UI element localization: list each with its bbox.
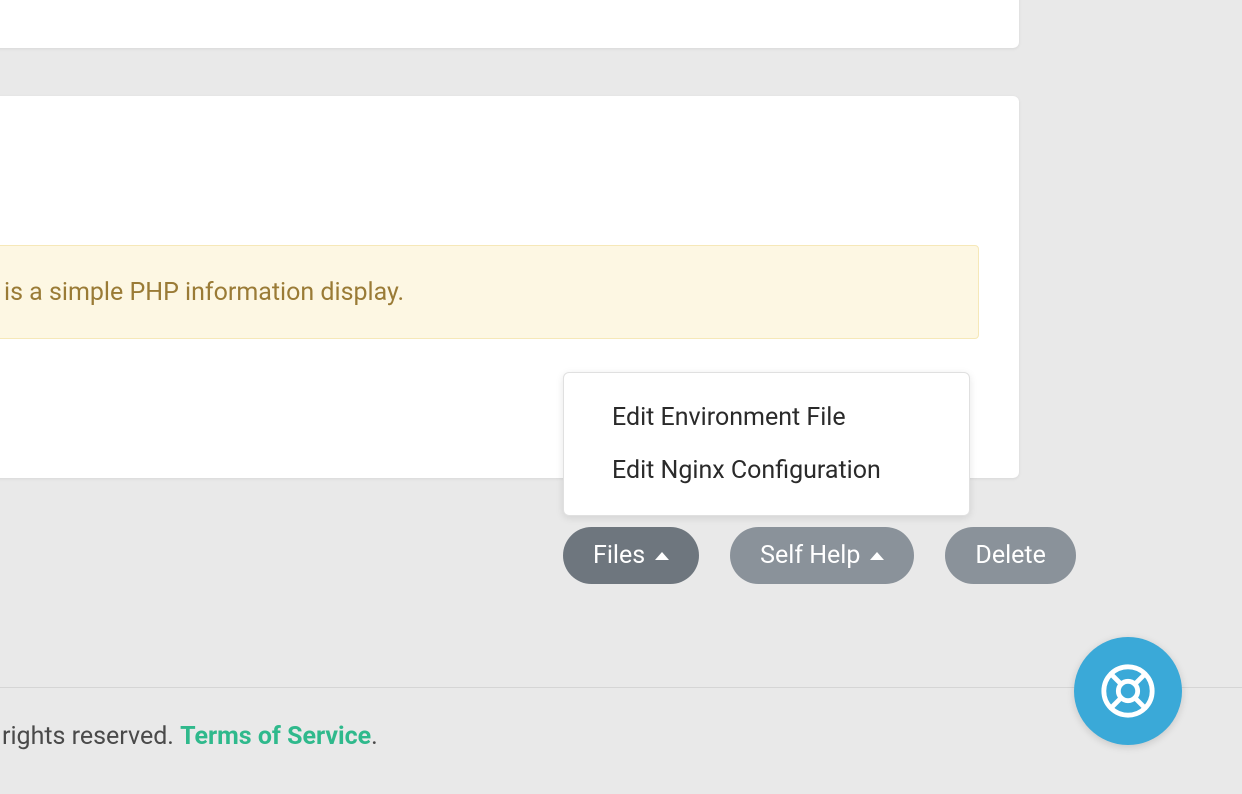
help-floating-button[interactable]: [1074, 637, 1182, 745]
self-help-button[interactable]: Self Help: [730, 527, 914, 584]
footer-text: rights reserved. Terms of Service.: [2, 722, 378, 751]
dropdown-item-edit-env[interactable]: Edit Environment File: [564, 391, 969, 444]
alert-text: is a simple PHP information display.: [4, 278, 404, 307]
action-button-row: Files Self Help Delete: [563, 527, 1076, 584]
footer-prefix: rights reserved.: [2, 722, 180, 751]
footer-suffix: .: [371, 722, 378, 751]
dropdown-item-label: Edit Environment File: [612, 403, 846, 432]
delete-button[interactable]: Delete: [945, 527, 1075, 584]
footer-divider: [0, 687, 1242, 688]
caret-up-icon: [655, 552, 669, 560]
card-top: [0, 0, 1019, 48]
files-dropdown-menu: Edit Environment File Edit Nginx Configu…: [563, 372, 970, 516]
lifesaver-icon: [1099, 662, 1157, 720]
delete-button-label: Delete: [975, 541, 1045, 570]
terms-of-service-link[interactable]: Terms of Service: [180, 722, 371, 751]
alert-banner: is a simple PHP information display.: [0, 245, 979, 339]
caret-up-icon: [870, 552, 884, 560]
self-help-button-label: Self Help: [760, 541, 860, 570]
dropdown-item-label: Edit Nginx Configuration: [612, 456, 881, 485]
files-button[interactable]: Files: [563, 527, 699, 584]
files-button-label: Files: [593, 541, 645, 570]
dropdown-item-edit-nginx[interactable]: Edit Nginx Configuration: [564, 444, 969, 497]
